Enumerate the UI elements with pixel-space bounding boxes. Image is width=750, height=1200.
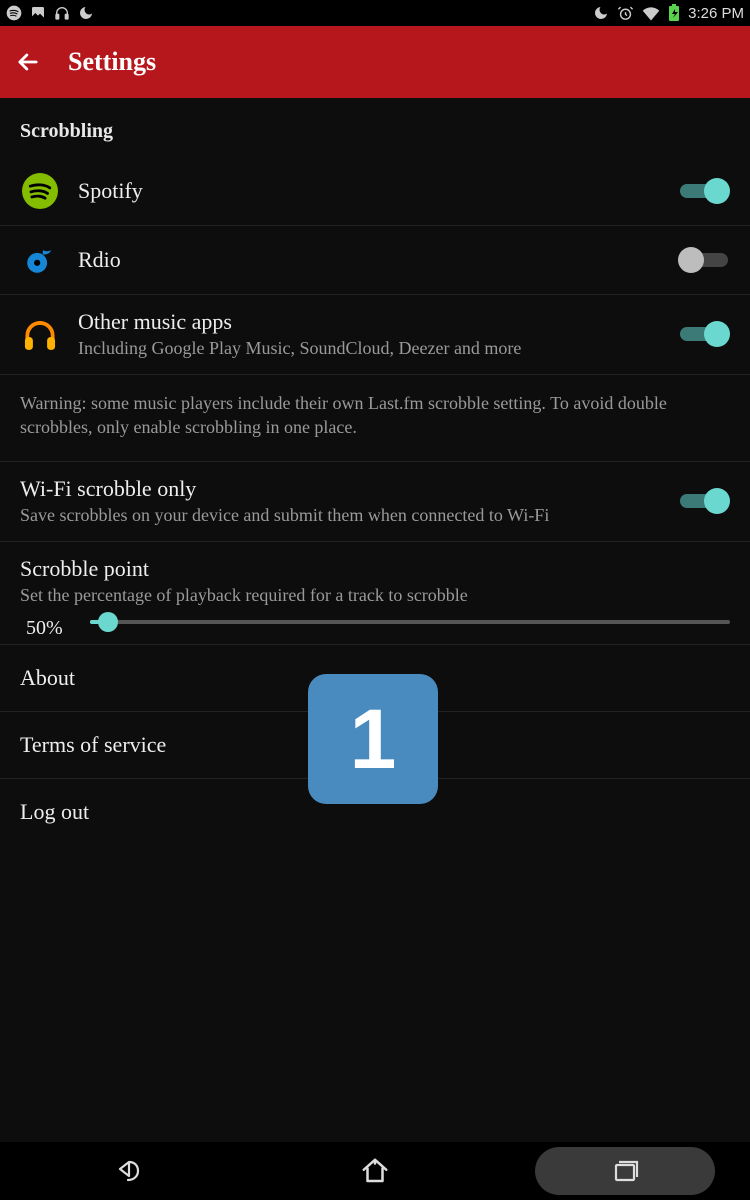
nav-recents-button[interactable] (535, 1147, 715, 1195)
rdio-icon (20, 240, 60, 280)
scrobble-point-slider-track[interactable] (90, 620, 730, 624)
row-rdio[interactable]: Rdio (0, 226, 750, 295)
row-other-label: Other music apps (78, 309, 678, 335)
row-scrobble-point[interactable]: Scrobble point Set the percentage of pla… (0, 542, 750, 646)
alarm-icon (617, 5, 634, 22)
dnd-status-icon (78, 5, 94, 21)
row-rdio-label: Rdio (78, 247, 678, 273)
row-wifi-only[interactable]: Wi-Fi scrobble only Save scrobbles on yo… (0, 462, 750, 542)
section-header-scrobbling: Scrobbling (0, 98, 750, 157)
image-status-icon (30, 5, 46, 21)
nav-back-button[interactable] (35, 1147, 215, 1195)
row-other-apps[interactable]: Other music apps Including Google Play M… (0, 295, 750, 375)
headphones-icon (20, 314, 60, 354)
toggle-spotify[interactable] (678, 178, 730, 204)
scrobble-point-sub: Set the percentage of playback required … (20, 584, 730, 607)
toggle-other-apps[interactable] (678, 321, 730, 347)
nav-home-button[interactable] (285, 1147, 465, 1195)
overlay-badge-text: 1 (350, 691, 397, 788)
app-bar: Settings (0, 26, 750, 98)
status-left (6, 5, 94, 21)
wifi-icon (642, 5, 660, 21)
nav-bar (0, 1142, 750, 1200)
warning-note: Warning: some music players include thei… (0, 375, 750, 463)
status-right: 3:26 PM (593, 4, 744, 22)
status-bar: 3:26 PM (0, 0, 750, 26)
battery-charging-icon (668, 4, 680, 22)
row-spotify-label: Spotify (78, 178, 678, 204)
back-button[interactable] (14, 48, 42, 76)
scrobble-point-label: Scrobble point (20, 556, 730, 582)
toggle-wifi-only[interactable] (678, 488, 730, 514)
screen: 3:26 PM Settings Scrobbling Spotify (0, 0, 750, 1200)
headphones-status-icon (54, 5, 70, 21)
scrobble-point-value: 50% (26, 617, 63, 640)
overlay-badge: 1 (308, 674, 438, 804)
spotify-icon (20, 171, 60, 211)
page-title: Settings (68, 47, 156, 77)
status-time: 3:26 PM (688, 5, 744, 22)
dnd-right-icon (593, 5, 609, 21)
row-wifi-sub: Save scrobbles on your device and submit… (20, 504, 678, 527)
toggle-rdio[interactable] (678, 247, 730, 273)
spotify-status-icon (6, 5, 22, 21)
warning-text: Warning: some music players include thei… (20, 391, 730, 440)
row-other-sub: Including Google Play Music, SoundCloud,… (78, 337, 678, 360)
scrobble-point-slider-thumb[interactable] (98, 612, 118, 632)
row-spotify[interactable]: Spotify (0, 157, 750, 226)
row-wifi-label: Wi-Fi scrobble only (20, 476, 678, 502)
